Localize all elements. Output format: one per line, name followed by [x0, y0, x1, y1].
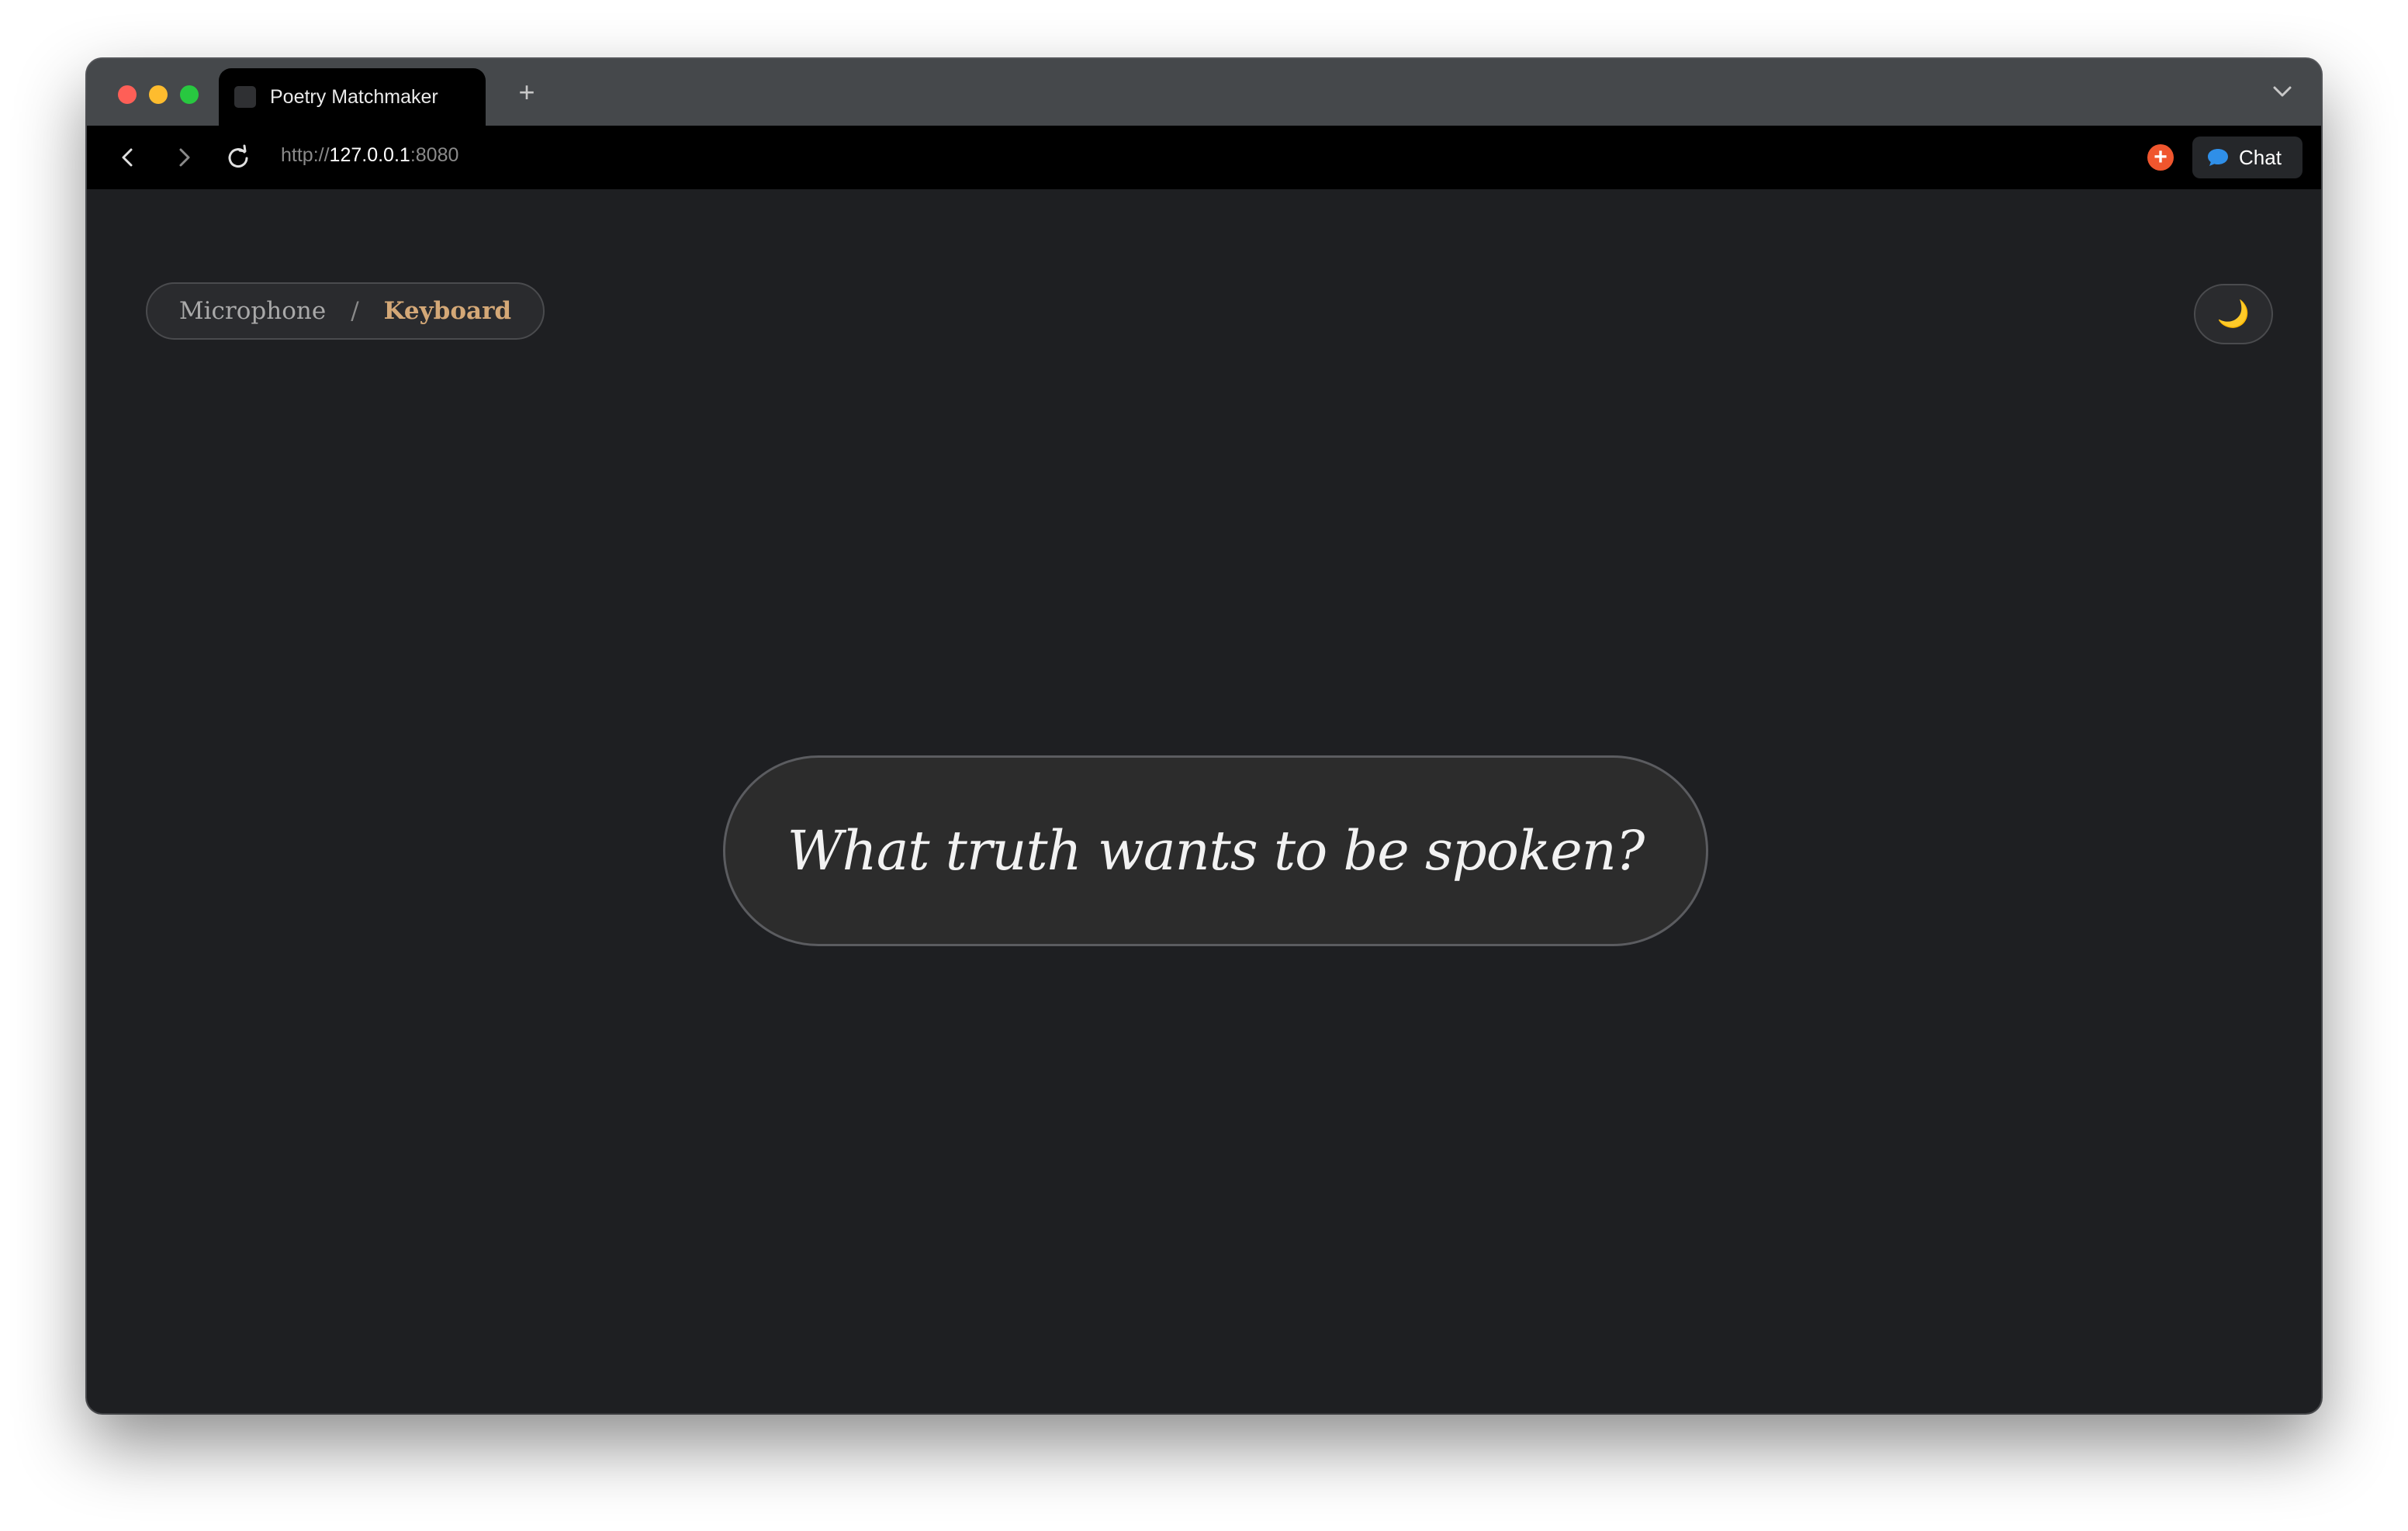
tab-poetry-matchmaker[interactable]: Poetry Matchmaker: [219, 68, 486, 126]
new-tab-button[interactable]: +: [507, 73, 546, 112]
tab-title: Poetry Matchmaker: [270, 85, 438, 108]
chevron-left-icon: [122, 148, 133, 167]
chat-button[interactable]: Chat: [2192, 137, 2302, 178]
extension-plus-icon[interactable]: +: [2147, 144, 2174, 171]
input-mode-toggle[interactable]: Microphone / Keyboard: [146, 282, 545, 340]
url-host: 127.0.0.1: [329, 144, 410, 166]
page-content: Microphone / Keyboard 🌙 What truth wants…: [96, 189, 2312, 1404]
back-button[interactable]: [112, 141, 144, 174]
prompt-text: What truth wants to be spoken?: [787, 819, 1645, 883]
reload-button[interactable]: [222, 141, 254, 174]
mode-keyboard[interactable]: Keyboard: [384, 297, 511, 325]
chat-bubble-icon: [2208, 149, 2228, 166]
favicon-icon: [234, 86, 256, 108]
chat-label: Chat: [2239, 145, 2282, 169]
browser-window: Poetry Matchmaker + http://127.0.0.1:808…: [87, 59, 2321, 1413]
mode-separator: /: [351, 297, 359, 325]
url-port: :8080: [410, 144, 459, 166]
close-window-button[interactable]: [118, 85, 137, 104]
address-bar[interactable]: http://127.0.0.1:8080: [281, 144, 458, 167]
theme-toggle-button[interactable]: 🌙: [2194, 284, 2273, 344]
tab-menu-button[interactable]: [2267, 76, 2298, 107]
tab-bar: Poetry Matchmaker +: [87, 59, 2321, 126]
chevron-right-icon: [179, 148, 190, 167]
prompt-input[interactable]: What truth wants to be spoken?: [723, 755, 1708, 946]
minimize-window-button[interactable]: [149, 85, 168, 104]
chevron-down-icon: [2273, 86, 2292, 97]
mode-microphone[interactable]: Microphone: [179, 297, 326, 325]
url-scheme: http://: [281, 144, 330, 166]
moon-icon: 🌙: [2216, 299, 2251, 329]
maximize-window-button[interactable]: [180, 85, 199, 104]
forward-button[interactable]: [168, 141, 200, 174]
browser-toolbar: http://127.0.0.1:8080 + Chat: [87, 126, 2321, 189]
reload-icon: [228, 144, 248, 168]
